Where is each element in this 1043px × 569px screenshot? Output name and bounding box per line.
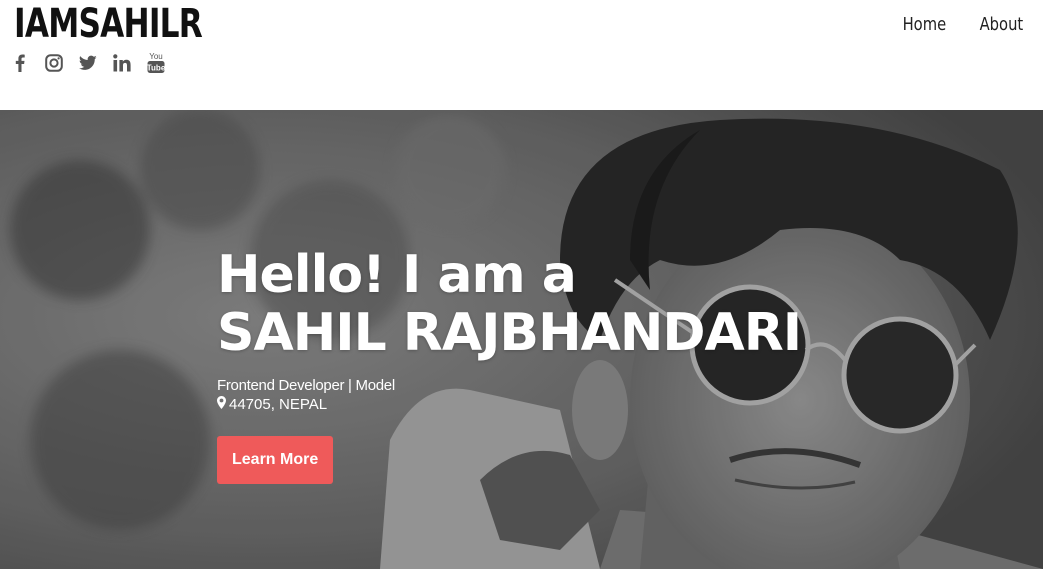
nav-about[interactable]: About <box>979 14 1023 35</box>
hero-greeting: Hello! I am a <box>217 245 577 305</box>
linkedin-icon[interactable] <box>113 52 131 74</box>
site-header: IAMSAHILR You Tube Home About <box>0 0 1043 110</box>
main-nav: Home About <box>869 14 1023 35</box>
social-links: You Tube <box>11 52 181 74</box>
facebook-icon[interactable] <box>11 52 29 74</box>
hero-section: Hello! I am a SAHIL RAJBHANDARI Frontend… <box>0 110 1043 569</box>
youtube-label-bottom: Tube <box>147 64 165 73</box>
hero-location: 44705, NEPAL <box>229 396 328 413</box>
hero-text-block: Hello! I am a SAHIL RAJBHANDARI Frontend… <box>217 245 802 484</box>
hero-role: Frontend Developer | Model <box>217 377 395 394</box>
youtube-label-top: You <box>149 52 163 61</box>
twitter-icon[interactable] <box>79 52 97 74</box>
map-marker-icon <box>217 396 226 414</box>
youtube-icon[interactable]: You Tube <box>147 52 165 74</box>
site-logo[interactable]: IAMSAHILR <box>14 2 203 46</box>
hero-location-row: 44705, NEPAL <box>217 396 801 414</box>
instagram-icon[interactable] <box>45 52 63 74</box>
hero-name: SAHIL RAJBHANDARI <box>217 303 802 363</box>
nav-home[interactable]: Home <box>902 14 946 35</box>
learn-more-button[interactable]: Learn More <box>217 436 334 484</box>
